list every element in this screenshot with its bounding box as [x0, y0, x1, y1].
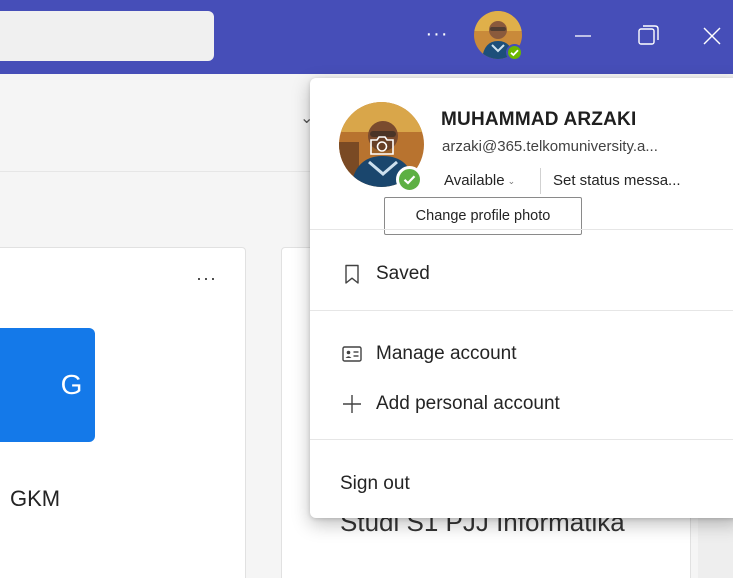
- minimize-icon: [575, 35, 591, 37]
- title-bar: ···: [0, 0, 733, 74]
- account-flyout: MUHAMMAD ARZAKI arzaki@365.telkomunivers…: [310, 78, 733, 518]
- add-personal-account-menu-item[interactable]: Add personal account: [310, 381, 733, 425]
- contact-card-icon: [341, 343, 363, 365]
- availability-dropdown[interactable]: Available ⌄: [444, 172, 515, 189]
- set-status-message-button[interactable]: Set status messa...: [553, 172, 713, 189]
- sign-out-menu-item[interactable]: Sign out: [310, 461, 733, 505]
- team-more-options-button[interactable]: ···: [196, 268, 217, 289]
- saved-label: Saved: [376, 263, 430, 284]
- manage-account-menu-item[interactable]: Manage account: [310, 331, 733, 375]
- search-input[interactable]: [0, 11, 214, 61]
- chevron-down-icon: ⌄: [507, 175, 516, 186]
- user-email: arzaki@365.telkomuniversity.a...: [442, 138, 658, 155]
- plus-icon: [341, 393, 363, 415]
- minimize-button[interactable]: [565, 18, 601, 54]
- status-available-badge: [506, 44, 523, 61]
- user-display-name: MUHAMMAD ARZAKI: [441, 109, 637, 130]
- divider: [310, 439, 733, 440]
- close-button[interactable]: [694, 18, 730, 54]
- status-divider: [540, 168, 541, 194]
- bookmark-icon: [341, 263, 363, 285]
- sign-out-label: Sign out: [340, 473, 410, 494]
- teams-window: ··· ⌄ ··· G GKM Studi S1 PJJ Informatika…: [0, 0, 733, 578]
- manage-account-label: Manage account: [376, 343, 517, 364]
- status-available-badge: [396, 166, 423, 193]
- team-name[interactable]: GKM: [10, 486, 60, 512]
- team-avatar-tile: G: [0, 328, 95, 442]
- divider: [310, 310, 733, 311]
- divider: [310, 229, 733, 230]
- account-header: MUHAMMAD ARZAKI arzaki@365.telkomunivers…: [310, 78, 733, 235]
- restore-button[interactable]: [630, 18, 666, 54]
- more-options-button[interactable]: ···: [424, 22, 450, 48]
- restore-icon: [638, 25, 659, 45]
- saved-menu-item[interactable]: Saved: [310, 251, 733, 295]
- close-icon: [703, 27, 721, 45]
- camera-icon: [368, 133, 396, 157]
- add-personal-account-label: Add personal account: [376, 393, 560, 414]
- availability-label: Available: [444, 172, 505, 189]
